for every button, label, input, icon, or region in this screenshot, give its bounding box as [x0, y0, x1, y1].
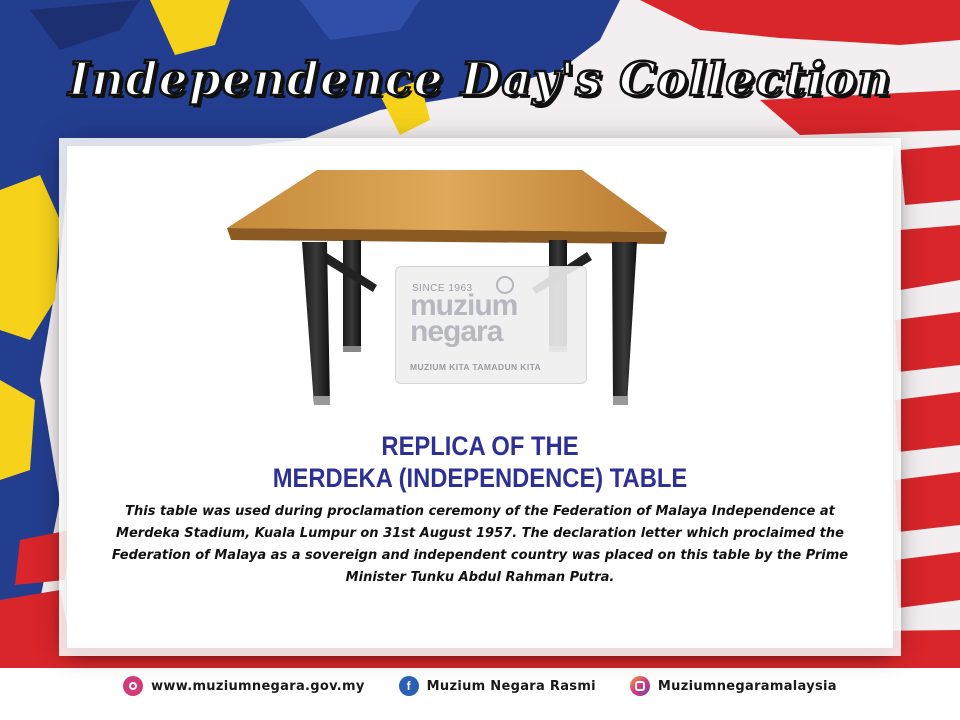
footer-instagram-link[interactable]: Muziumnegaramalaysia — [629, 676, 837, 696]
footer-website-text[interactable]: www.muziumnegara.gov.my — [151, 679, 365, 694]
footer-website-link[interactable]: www.muziumnegara.gov.my — [123, 676, 365, 696]
exhibit-heading: REPLICA OF THE MERDEKA (INDEPENDENCE) TA… — [117, 430, 844, 494]
watermark-brand: muzium negara — [410, 291, 518, 348]
instagram-icon — [629, 676, 650, 696]
watermark-tagline: MUZIUM KITA TAMADUN KITA — [410, 362, 542, 372]
footer-facebook-text[interactable]: Muzium Negara Rasmi — [427, 679, 596, 694]
facebook-icon: f — [398, 676, 419, 696]
footer-instagram-text[interactable]: Muziumnegaramalaysia — [658, 679, 837, 694]
watermark-brand-line2: negara — [410, 315, 503, 348]
page-title: Independence Day's Collection — [67, 51, 892, 108]
exhibit-heading-line2: MERDEKA (INDEPENDENCE) TABLE — [272, 463, 688, 493]
website-icon — [123, 676, 144, 696]
exhibit-description: This table was used during proclamation … — [111, 504, 849, 585]
footer-facebook-link[interactable]: f Muzium Negara Rasmi — [398, 676, 596, 696]
muzium-negara-watermark: SINCE 1963 muzium negara MUZIUM KITA TAM… — [395, 266, 587, 384]
exhibit-heading-line1: REPLICA OF THE — [381, 431, 579, 461]
exhibit-card: SINCE 1963 muzium negara MUZIUM KITA TAM… — [67, 146, 893, 648]
footer-social-links: www.muziumnegara.gov.my f Muzium Negara … — [0, 672, 960, 700]
